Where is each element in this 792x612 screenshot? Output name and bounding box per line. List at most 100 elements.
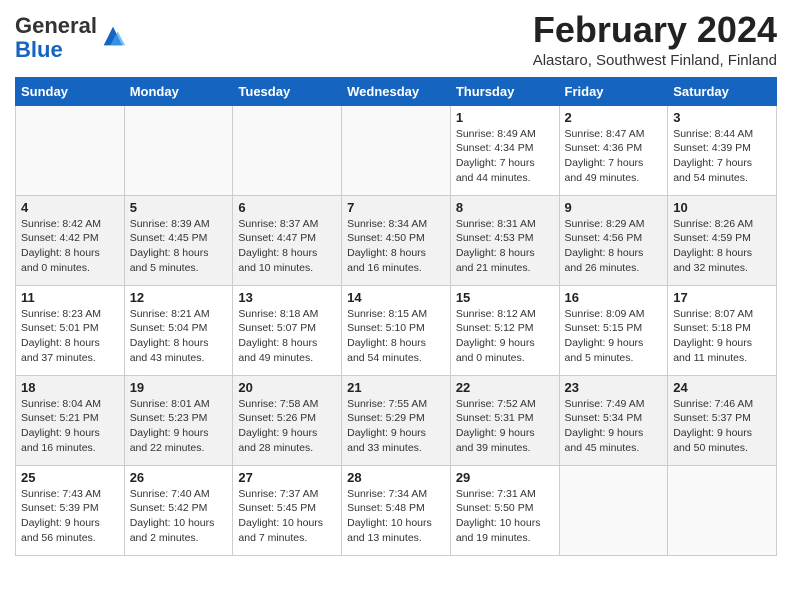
day-number: 4 <box>21 200 119 215</box>
weekday-header-wednesday: Wednesday <box>342 77 451 105</box>
day-number: 21 <box>347 380 445 395</box>
calendar-cell: 9 Sunrise: 8:29 AM Sunset: 4:56 PM Daylig… <box>559 195 668 285</box>
logo-icon <box>99 22 127 50</box>
day-info: Sunrise: 8:15 AM Sunset: 5:10 PM Dayligh… <box>347 307 445 366</box>
day-info: Sunrise: 7:40 AM Sunset: 5:42 PM Dayligh… <box>130 487 228 546</box>
day-number: 22 <box>456 380 554 395</box>
day-number: 6 <box>238 200 336 215</box>
calendar-cell <box>559 465 668 555</box>
day-info: Sunrise: 7:37 AM Sunset: 5:45 PM Dayligh… <box>238 487 336 546</box>
calendar-week-row: 1 Sunrise: 8:49 AM Sunset: 4:34 PM Daylig… <box>16 105 777 195</box>
day-number: 26 <box>130 470 228 485</box>
weekday-header-row: SundayMondayTuesdayWednesdayThursdayFrid… <box>16 77 777 105</box>
day-info: Sunrise: 7:31 AM Sunset: 5:50 PM Dayligh… <box>456 487 554 546</box>
day-info: Sunrise: 7:52 AM Sunset: 5:31 PM Dayligh… <box>456 397 554 456</box>
location-subtitle: Alastaro, Southwest Finland, Finland <box>533 52 777 69</box>
day-info: Sunrise: 8:44 AM Sunset: 4:39 PM Dayligh… <box>673 127 771 186</box>
title-area: February 2024 Alastaro, Southwest Finlan… <box>533 10 777 69</box>
calendar-cell: 17Sunrise: 8:07 AM Sunset: 5:18 PM Dayli… <box>668 285 777 375</box>
calendar-cell: 28Sunrise: 7:34 AM Sunset: 5:48 PM Dayli… <box>342 465 451 555</box>
day-number: 1 <box>456 110 554 125</box>
day-info: Sunrise: 7:58 AM Sunset: 5:26 PM Dayligh… <box>238 397 336 456</box>
calendar-cell: 12Sunrise: 8:21 AM Sunset: 5:04 PM Dayli… <box>124 285 233 375</box>
calendar-table: SundayMondayTuesdayWednesdayThursdayFrid… <box>15 77 777 556</box>
calendar-cell: 10 Sunrise: 8:26 AM Sunset: 4:59 PM Dayli… <box>668 195 777 285</box>
day-info: Sunrise: 8:18 AM Sunset: 5:07 PM Dayligh… <box>238 307 336 366</box>
weekday-header-sunday: Sunday <box>16 77 125 105</box>
weekday-header-tuesday: Tuesday <box>233 77 342 105</box>
day-info: Sunrise: 8:21 AM Sunset: 5:04 PM Dayligh… <box>130 307 228 366</box>
day-info: Sunrise: 8:26 AM Sunset: 4:59 PM Dayligh… <box>673 217 771 276</box>
logo-general: General <box>15 13 97 38</box>
calendar-cell <box>16 105 125 195</box>
calendar-cell: 26 Sunrise: 7:40 AM Sunset: 5:42 PM Dayli… <box>124 465 233 555</box>
day-number: 19 <box>130 380 228 395</box>
day-info: Sunrise: 8:23 AM Sunset: 5:01 PM Dayligh… <box>21 307 119 366</box>
day-info: Sunrise: 8:34 AM Sunset: 4:50 PM Dayligh… <box>347 217 445 276</box>
calendar-cell: 16Sunrise: 8:09 AM Sunset: 5:15 PM Dayli… <box>559 285 668 375</box>
day-info: Sunrise: 8:12 AM Sunset: 5:12 PM Dayligh… <box>456 307 554 366</box>
day-info: Sunrise: 7:55 AM Sunset: 5:29 PM Dayligh… <box>347 397 445 456</box>
calendar-cell <box>342 105 451 195</box>
calendar-week-row: 25 Sunrise: 7:43 AM Sunset: 5:39 PM Dayli… <box>16 465 777 555</box>
calendar-cell <box>124 105 233 195</box>
logo: General Blue <box>15 14 127 62</box>
calendar-cell: 29 Sunrise: 7:31 AM Sunset: 5:50 PM Dayli… <box>450 465 559 555</box>
calendar-week-row: 18 Sunrise: 8:04 AM Sunset: 5:21 PM Dayli… <box>16 375 777 465</box>
calendar-cell: 19 Sunrise: 8:01 AM Sunset: 5:23 PM Dayli… <box>124 375 233 465</box>
calendar-cell: 1 Sunrise: 8:49 AM Sunset: 4:34 PM Daylig… <box>450 105 559 195</box>
calendar-week-row: 4Sunrise: 8:42 AM Sunset: 4:42 PM Daylig… <box>16 195 777 285</box>
day-number: 9 <box>565 200 663 215</box>
calendar-cell: 4Sunrise: 8:42 AM Sunset: 4:42 PM Daylig… <box>16 195 125 285</box>
calendar-cell: 11Sunrise: 8:23 AM Sunset: 5:01 PM Dayli… <box>16 285 125 375</box>
day-info: Sunrise: 8:47 AM Sunset: 4:36 PM Dayligh… <box>565 127 663 186</box>
day-number: 2 <box>565 110 663 125</box>
day-number: 20 <box>238 380 336 395</box>
day-number: 15 <box>456 290 554 305</box>
day-info: Sunrise: 8:31 AM Sunset: 4:53 PM Dayligh… <box>456 217 554 276</box>
month-year-title: February 2024 <box>533 10 777 50</box>
calendar-cell: 21 Sunrise: 7:55 AM Sunset: 5:29 PM Dayli… <box>342 375 451 465</box>
calendar-cell: 15 Sunrise: 8:12 AM Sunset: 5:12 PM Dayli… <box>450 285 559 375</box>
calendar-cell: 3Sunrise: 8:44 AM Sunset: 4:39 PM Daylig… <box>668 105 777 195</box>
day-info: Sunrise: 8:07 AM Sunset: 5:18 PM Dayligh… <box>673 307 771 366</box>
day-number: 7 <box>347 200 445 215</box>
logo-blue: Blue <box>15 37 63 62</box>
day-number: 27 <box>238 470 336 485</box>
calendar-cell: 2 Sunrise: 8:47 AM Sunset: 4:36 PM Daylig… <box>559 105 668 195</box>
calendar-cell: 18 Sunrise: 8:04 AM Sunset: 5:21 PM Dayli… <box>16 375 125 465</box>
calendar-cell: 27 Sunrise: 7:37 AM Sunset: 5:45 PM Dayli… <box>233 465 342 555</box>
day-number: 28 <box>347 470 445 485</box>
day-number: 16 <box>565 290 663 305</box>
calendar-cell: 20 Sunrise: 7:58 AM Sunset: 5:26 PM Dayli… <box>233 375 342 465</box>
calendar-cell: 13 Sunrise: 8:18 AM Sunset: 5:07 PM Dayli… <box>233 285 342 375</box>
weekday-header-thursday: Thursday <box>450 77 559 105</box>
day-number: 25 <box>21 470 119 485</box>
day-info: Sunrise: 7:43 AM Sunset: 5:39 PM Dayligh… <box>21 487 119 546</box>
day-number: 14 <box>347 290 445 305</box>
calendar-cell: 7 Sunrise: 8:34 AM Sunset: 4:50 PM Daylig… <box>342 195 451 285</box>
calendar-cell: 25 Sunrise: 7:43 AM Sunset: 5:39 PM Dayli… <box>16 465 125 555</box>
day-info: Sunrise: 8:29 AM Sunset: 4:56 PM Dayligh… <box>565 217 663 276</box>
calendar-week-row: 11Sunrise: 8:23 AM Sunset: 5:01 PM Dayli… <box>16 285 777 375</box>
day-info: Sunrise: 8:01 AM Sunset: 5:23 PM Dayligh… <box>130 397 228 456</box>
day-number: 29 <box>456 470 554 485</box>
calendar-cell: 23 Sunrise: 7:49 AM Sunset: 5:34 PM Dayli… <box>559 375 668 465</box>
day-info: Sunrise: 8:04 AM Sunset: 5:21 PM Dayligh… <box>21 397 119 456</box>
day-number: 23 <box>565 380 663 395</box>
day-info: Sunrise: 8:37 AM Sunset: 4:47 PM Dayligh… <box>238 217 336 276</box>
weekday-header-monday: Monday <box>124 77 233 105</box>
day-info: Sunrise: 8:39 AM Sunset: 4:45 PM Dayligh… <box>130 217 228 276</box>
calendar-cell: 14 Sunrise: 8:15 AM Sunset: 5:10 PM Dayli… <box>342 285 451 375</box>
day-number: 10 <box>673 200 771 215</box>
day-info: Sunrise: 7:49 AM Sunset: 5:34 PM Dayligh… <box>565 397 663 456</box>
day-number: 18 <box>21 380 119 395</box>
calendar-cell: 6 Sunrise: 8:37 AM Sunset: 4:47 PM Daylig… <box>233 195 342 285</box>
day-number: 13 <box>238 290 336 305</box>
calendar-cell <box>233 105 342 195</box>
day-info: Sunrise: 8:49 AM Sunset: 4:34 PM Dayligh… <box>456 127 554 186</box>
weekday-header-saturday: Saturday <box>668 77 777 105</box>
calendar-cell: 22 Sunrise: 7:52 AM Sunset: 5:31 PM Dayli… <box>450 375 559 465</box>
day-number: 24 <box>673 380 771 395</box>
day-info: Sunrise: 7:46 AM Sunset: 5:37 PM Dayligh… <box>673 397 771 456</box>
